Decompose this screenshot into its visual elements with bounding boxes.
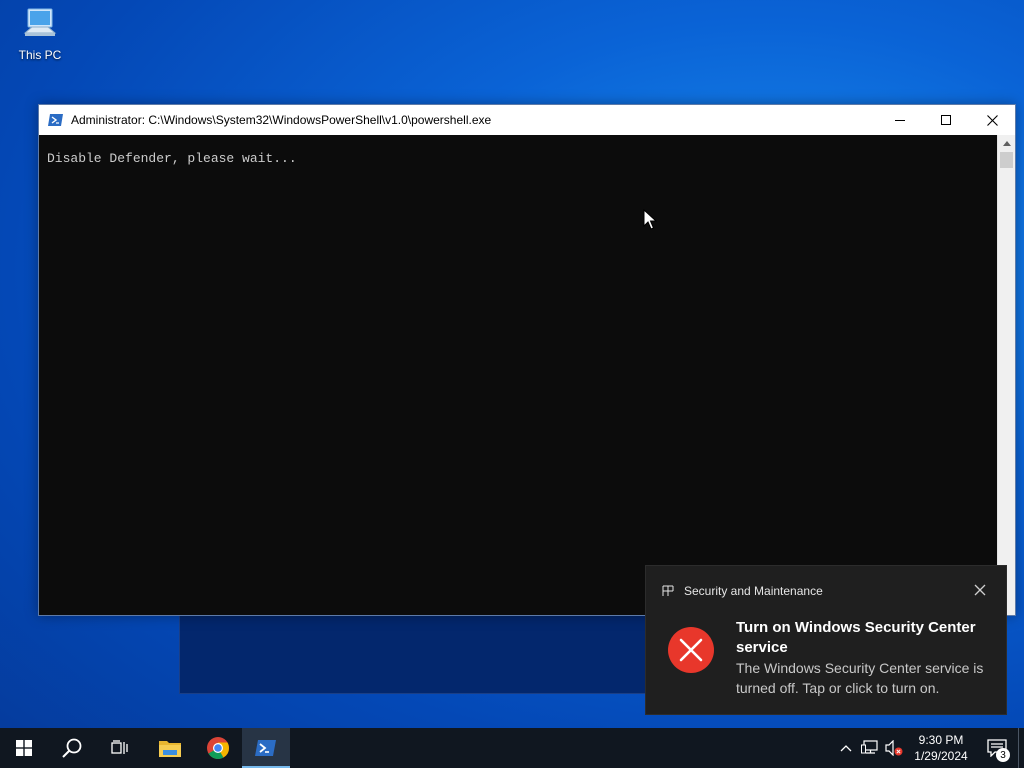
notification-count-badge: 3 bbox=[996, 748, 1010, 762]
chrome-icon bbox=[207, 737, 229, 759]
taskbar: 9:30 PM 1/29/2024 3 bbox=[0, 728, 1024, 768]
powershell-window[interactable]: Administrator: C:\Windows\System32\Windo… bbox=[38, 104, 1016, 616]
clock-date: 1/29/2024 bbox=[914, 749, 968, 763]
network-button[interactable] bbox=[858, 728, 882, 768]
powershell-taskbar-button[interactable] bbox=[242, 728, 290, 768]
maximize-icon bbox=[941, 115, 951, 125]
search-button[interactable] bbox=[48, 728, 96, 768]
file-explorer-icon bbox=[159, 741, 181, 757]
chevron-up-icon bbox=[1002, 141, 1011, 146]
search-icon bbox=[62, 738, 82, 758]
task-view-icon bbox=[111, 740, 128, 754]
file-explorer-button[interactable] bbox=[146, 728, 194, 768]
start-button[interactable] bbox=[0, 728, 48, 768]
mouse-cursor-icon bbox=[643, 209, 657, 230]
task-view-button[interactable] bbox=[96, 728, 144, 768]
powershell-icon bbox=[255, 740, 276, 756]
powershell-icon bbox=[48, 114, 63, 126]
notification-header: Security and Maintenance bbox=[662, 584, 823, 598]
vertical-scrollbar[interactable] bbox=[997, 135, 1015, 615]
chevron-up-icon bbox=[840, 745, 852, 752]
security-notification[interactable]: Security and Maintenance Turn on Windows… bbox=[645, 565, 1007, 715]
maximize-button[interactable] bbox=[923, 105, 969, 135]
volume-button[interactable] bbox=[882, 728, 906, 768]
close-button[interactable] bbox=[969, 105, 1015, 135]
network-icon bbox=[861, 740, 878, 754]
scroll-thumb[interactable] bbox=[1000, 152, 1013, 168]
system-tray: 9:30 PM 1/29/2024 3 bbox=[834, 728, 1024, 768]
notification-source: Security and Maintenance bbox=[684, 584, 823, 598]
clock[interactable]: 9:30 PM 1/29/2024 bbox=[906, 732, 976, 764]
minimize-button[interactable] bbox=[877, 105, 923, 135]
desktop-icon-this-pc[interactable]: This PC bbox=[12, 6, 68, 66]
chrome-button[interactable] bbox=[194, 728, 242, 768]
window-titlebar[interactable]: Administrator: C:\Windows\System32\Windo… bbox=[39, 105, 1015, 135]
close-icon bbox=[986, 114, 998, 126]
show-desktop-button[interactable] bbox=[1018, 728, 1024, 768]
minimize-icon bbox=[895, 120, 905, 121]
notification-close-button[interactable] bbox=[972, 582, 988, 598]
error-icon bbox=[668, 627, 714, 673]
action-center-button[interactable]: 3 bbox=[976, 728, 1018, 768]
security-maintenance-icon bbox=[662, 585, 674, 596]
window-title: Administrator: C:\Windows\System32\Windo… bbox=[71, 113, 492, 127]
show-hidden-icons-button[interactable] bbox=[834, 728, 858, 768]
scroll-up-button[interactable] bbox=[998, 135, 1015, 152]
notification-body: The Windows Security Center service is t… bbox=[736, 660, 984, 696]
console-output[interactable]: Disable Defender, please wait... bbox=[39, 135, 997, 615]
volume-muted-icon bbox=[885, 740, 903, 756]
clock-time: 9:30 PM bbox=[918, 733, 964, 747]
close-icon bbox=[974, 584, 986, 596]
background-window[interactable] bbox=[179, 612, 659, 694]
windows-start-icon bbox=[16, 740, 32, 756]
notification-title: Turn on Windows Security Center service bbox=[736, 619, 976, 656]
desktop-icon-label: This PC bbox=[18, 48, 62, 62]
this-pc-icon bbox=[23, 8, 57, 36]
